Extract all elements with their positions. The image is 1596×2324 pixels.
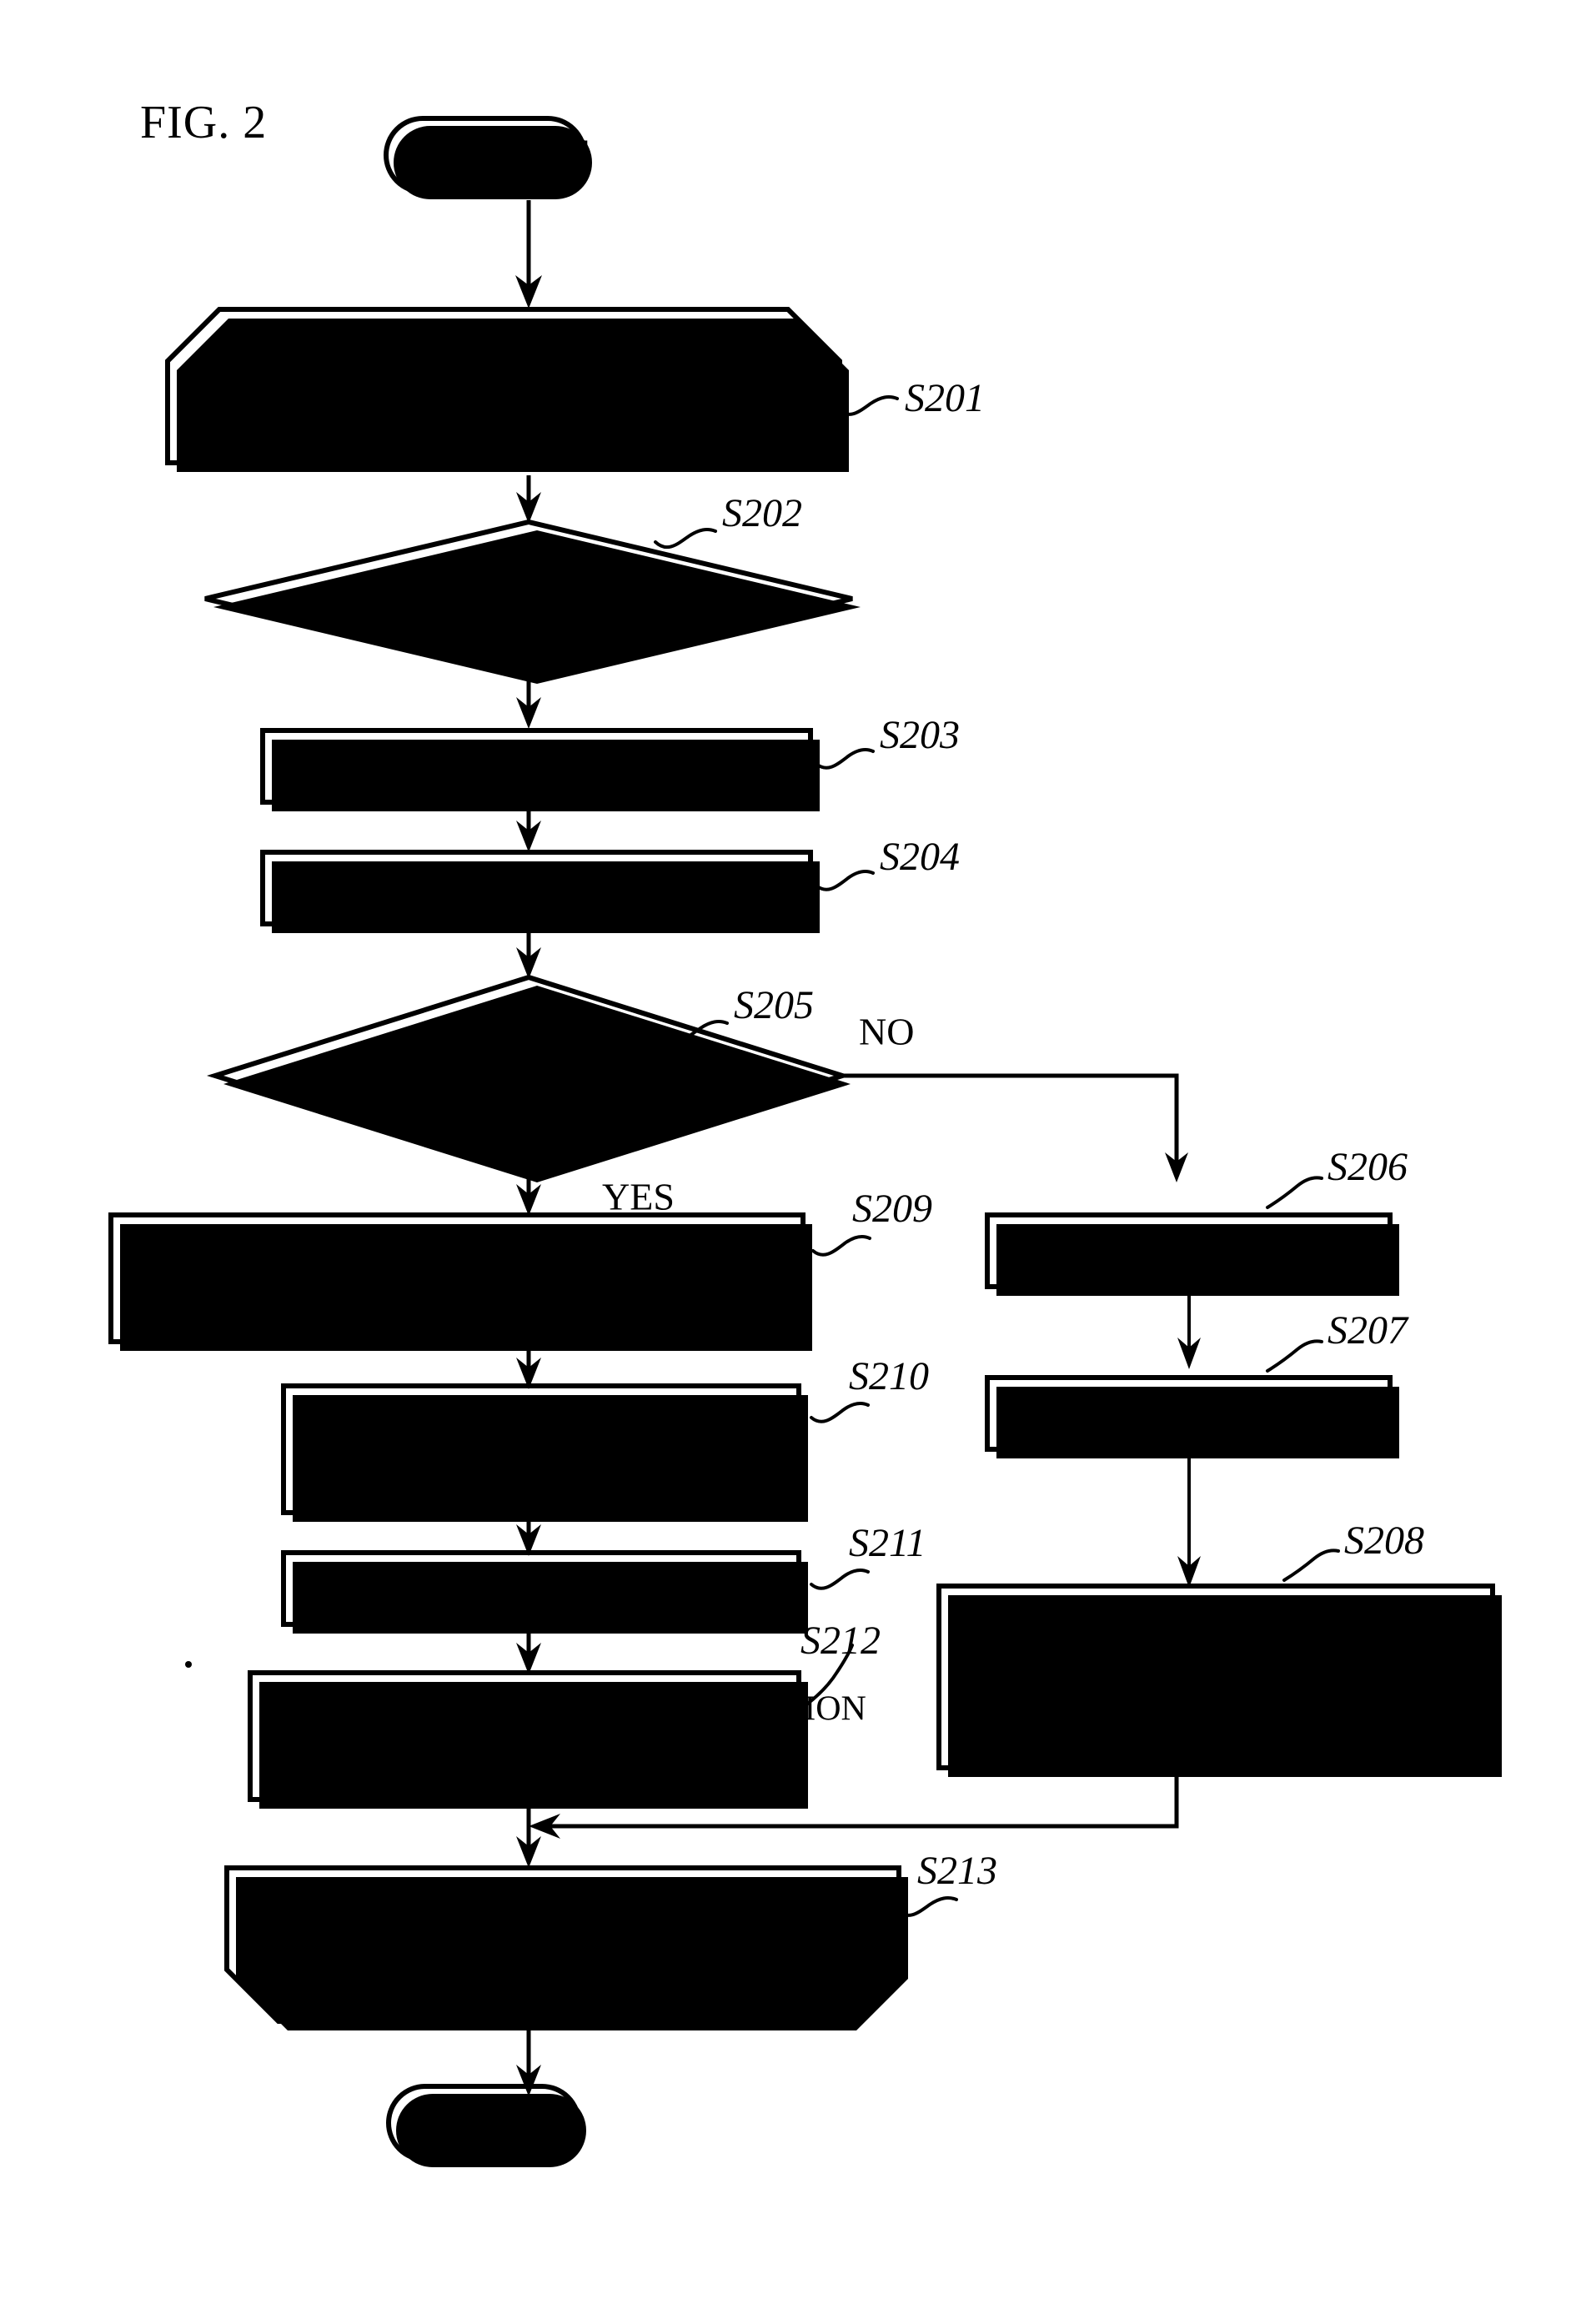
connector-s203-to-s204 <box>516 806 541 852</box>
s213-ref: S213 <box>917 1849 997 1893</box>
s208-ref: S208 <box>1344 1518 1424 1563</box>
node-s208: ARRAY TRANSMISSION VIA ROD ANTENNA AND T… <box>936 1584 1502 1777</box>
start-label: START <box>469 132 588 175</box>
s206-ref: S206 <box>1327 1145 1408 1189</box>
s205-ref: S205 <box>734 983 814 1027</box>
node-start: START <box>384 116 592 199</box>
s202-shadow <box>213 530 861 684</box>
s206-label: MODULATION <box>1058 1229 1319 1272</box>
ref-leader-s204: S204 <box>815 835 960 891</box>
s209-label-line1: NOTIFICATION OF RECEPTION <box>132 1232 630 1271</box>
connector-s201-to-s202 <box>516 475 541 524</box>
s204-ref: S204 <box>880 835 960 879</box>
ref-leader-s210: S210 <box>810 1354 929 1423</box>
s203-ref: S203 <box>880 713 960 757</box>
node-s202: RECEPTION SLOT TIMING <box>204 519 861 684</box>
ref-leader-s202: S202 <box>654 491 802 550</box>
ref-leader-s206: S206 <box>1266 1145 1408 1209</box>
node-end: END <box>386 2084 586 2167</box>
s203-label: ARRAY RECEPTION <box>355 745 713 788</box>
s208-label-line2: VIA ROD ANTENNA <box>976 1666 1295 1704</box>
s205-branch-yes-label: YES <box>602 1176 675 1218</box>
connector-s202-to-s203 <box>516 677 541 729</box>
s205-branch-no-label: NO <box>859 1011 914 1053</box>
s212-label-line1: OMNIDIRECTIONAL TRANSMISSION <box>272 1690 866 1729</box>
node-s207: WEIGHTING <box>985 1375 1399 1458</box>
s205-label-line1: IS RECEPTION ERROR <box>367 1041 691 1076</box>
node-s203: ARRAY RECEPTION <box>260 728 820 811</box>
ref-leader-s207: S207 <box>1266 1308 1409 1373</box>
node-s209: NOTIFICATION OF RECEPTION ERROR <box>108 1212 812 1351</box>
s208-label-line1: ARRAY TRANSMISSION <box>976 1609 1361 1648</box>
s201-label-line1: LOOP <box>456 337 559 380</box>
connector-start-to-s201 <box>515 200 542 309</box>
connector-s205-no: NO <box>842 1011 1188 1182</box>
flowchart-svg: FIG. 2 START LOOP BY FRAME UNIT S201 REC… <box>108 97 1502 2167</box>
s205-label-line2: DETECTED? <box>439 1087 617 1122</box>
ref-leader-s205: S205 <box>665 983 814 1042</box>
node-s201: LOOP BY FRAME UNIT <box>165 307 849 472</box>
s201-ref: S201 <box>905 376 985 420</box>
connector-s209-to-s210 <box>516 1346 541 1389</box>
s212-label-line2: VIA ROD ANTENNA <box>272 1745 591 1784</box>
figure-label: FIG. 2 <box>140 97 267 148</box>
s209-label-line2: ERROR <box>132 1289 248 1328</box>
s213-label-line1: LOOP <box>464 1895 567 1939</box>
ref-leader-s208: S208 <box>1282 1518 1424 1582</box>
s202-label-line2: SLOT TIMING <box>424 608 635 645</box>
node-s210: SWITCH TIP ANTENNA OFF <box>281 1383 808 1522</box>
ref-leader-s203: S203 <box>815 713 960 770</box>
s208-label-line3: AND TIP ANTENNA <box>976 1723 1287 1761</box>
ref-leader-s209: S209 <box>811 1187 932 1257</box>
node-s206: MODULATION <box>985 1212 1399 1296</box>
connector-s210-to-s211 <box>516 1516 541 1556</box>
ref-leader-s201: S201 <box>836 376 985 420</box>
s211-ref: S211 <box>849 1521 926 1565</box>
figure-container: FIG. 2 START LOOP BY FRAME UNIT S201 REC… <box>0 0 1596 2324</box>
s210-ref: S210 <box>849 1354 929 1398</box>
s202-ref: S202 <box>722 491 802 535</box>
s201-label-line2: BY FRAME UNIT <box>356 395 657 439</box>
ref-leader-s211: S211 <box>810 1521 926 1590</box>
node-s212: OMNIDIRECTIONAL TRANSMISSION VIA ROD ANT… <box>248 1670 866 1809</box>
s207-ref: S207 <box>1327 1308 1409 1353</box>
s210-label-line1: SWITCH TIP <box>426 1399 645 1443</box>
connector-s204-to-s205 <box>516 927 541 979</box>
connector-s206-to-s207 <box>1177 1290 1201 1369</box>
end-label: END <box>489 2100 570 2143</box>
s213-label-line2: BY FRAME UNIT <box>364 1953 665 1996</box>
s210-label-line2: ANTENNA OFF <box>401 1454 670 1498</box>
s202-label-line1: RECEPTION <box>437 561 620 599</box>
connector-s207-to-s208 <box>1177 1453 1201 1588</box>
s211-label: MODULATION <box>404 1566 665 1609</box>
s212-ref: S212 <box>801 1619 881 1663</box>
node-s204: DEMODULATION <box>260 850 820 933</box>
ref-leader-s213: S213 <box>895 1849 997 1917</box>
node-s211: MODULATION <box>281 1550 808 1634</box>
s209-ref: S209 <box>852 1187 932 1231</box>
s207-label: WEIGHTING <box>1077 1392 1302 1435</box>
connector-s211-to-s212 <box>516 1628 541 1674</box>
node-s213: LOOP BY FRAME UNIT <box>224 1865 908 2030</box>
scan-speck <box>185 1661 192 1668</box>
s204-label: DEMODULATION <box>377 866 690 910</box>
